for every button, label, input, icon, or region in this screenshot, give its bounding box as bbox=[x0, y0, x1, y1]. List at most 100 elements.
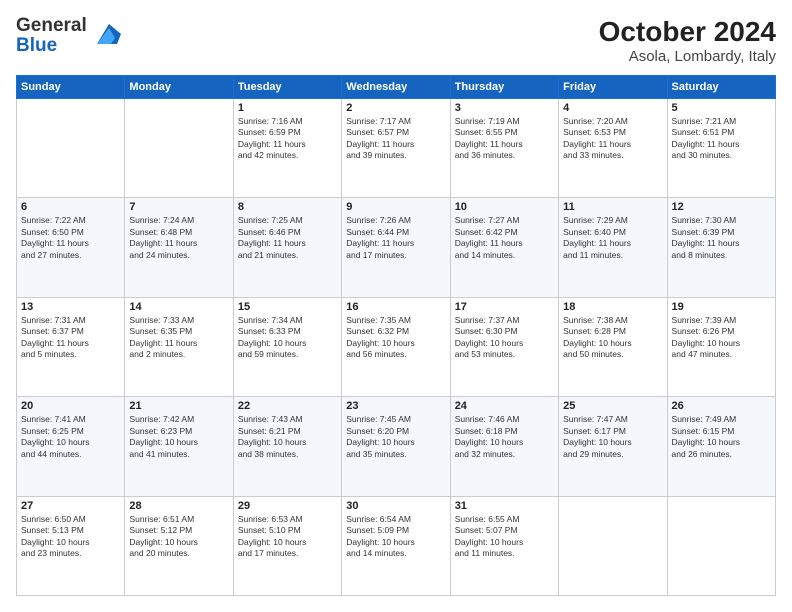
day-number: 20 bbox=[21, 400, 120, 412]
day-number: 1 bbox=[238, 102, 337, 114]
day-number: 8 bbox=[238, 201, 337, 213]
header: General Blue October 2024 Asola, Lombard… bbox=[16, 16, 776, 65]
calendar-cell: 27 Sunrise: 6:50 AM Sunset: 5:13 PM Dayli… bbox=[17, 496, 125, 595]
day-number: 31 bbox=[455, 500, 554, 512]
day-number: 9 bbox=[346, 201, 445, 213]
col-friday: Friday bbox=[559, 76, 667, 99]
day-info: Sunrise: 7:29 AM Sunset: 6:40 PM Dayligh… bbox=[563, 215, 662, 261]
day-info: Sunrise: 7:17 AM Sunset: 6:57 PM Dayligh… bbox=[346, 116, 445, 162]
logo-blue: Blue bbox=[16, 36, 87, 56]
calendar-cell: 11 Sunrise: 7:29 AM Sunset: 6:40 PM Dayli… bbox=[559, 198, 667, 297]
day-info: Sunrise: 7:33 AM Sunset: 6:35 PM Dayligh… bbox=[129, 315, 228, 361]
day-info: Sunrise: 7:21 AM Sunset: 6:51 PM Dayligh… bbox=[672, 116, 771, 162]
day-number: 27 bbox=[21, 500, 120, 512]
day-number: 10 bbox=[455, 201, 554, 213]
day-number: 24 bbox=[455, 400, 554, 412]
calendar-cell: 21 Sunrise: 7:42 AM Sunset: 6:23 PM Dayli… bbox=[125, 397, 233, 496]
calendar-cell: 15Sunrise: 7:34 AM Sunset: 6:33 PM Dayli… bbox=[233, 297, 341, 396]
logo-general: General bbox=[16, 16, 87, 36]
calendar-cell: 8Sunrise: 7:25 AM Sunset: 6:46 PM Daylig… bbox=[233, 198, 341, 297]
page: General Blue October 2024 Asola, Lombard… bbox=[0, 0, 792, 612]
calendar-cell: 22 Sunrise: 7:43 AM Sunset: 6:21 PM Dayli… bbox=[233, 397, 341, 496]
day-number: 19 bbox=[672, 301, 771, 313]
day-number: 4 bbox=[563, 102, 662, 114]
day-number: 18 bbox=[563, 301, 662, 313]
day-number: 7 bbox=[129, 201, 228, 213]
calendar-cell: 4Sunrise: 7:20 AM Sunset: 6:53 PM Daylig… bbox=[559, 99, 667, 198]
calendar-subtitle: Asola, Lombardy, Italy bbox=[599, 48, 776, 65]
day-number: 29 bbox=[238, 500, 337, 512]
calendar-cell: 12 Sunrise: 7:30 AM Sunset: 6:39 PM Dayli… bbox=[667, 198, 775, 297]
calendar-cell: 25 Sunrise: 7:47 AM Sunset: 6:17 PM Dayli… bbox=[559, 397, 667, 496]
day-number: 28 bbox=[129, 500, 228, 512]
day-info: Sunrise: 6:51 AM Sunset: 5:12 PM Dayligh… bbox=[129, 514, 228, 560]
calendar-week-1: 1 Sunrise: 7:16 AM Sunset: 6:59 PM Daylig… bbox=[17, 99, 776, 198]
day-number: 13 bbox=[21, 301, 120, 313]
day-info: Sunrise: 7:42 AM Sunset: 6:23 PM Dayligh… bbox=[129, 414, 228, 460]
day-info: Sunrise: 7:26 AM Sunset: 6:44 PM Dayligh… bbox=[346, 215, 445, 261]
calendar-title: October 2024 bbox=[599, 16, 776, 48]
day-info: Sunrise: 7:37 AM Sunset: 6:30 PM Dayligh… bbox=[455, 315, 554, 361]
col-tuesday: Tuesday bbox=[233, 76, 341, 99]
day-number: 17 bbox=[455, 301, 554, 313]
day-info: Sunrise: 7:39 AM Sunset: 6:26 PM Dayligh… bbox=[672, 315, 771, 361]
day-info: Sunrise: 7:22 AM Sunset: 6:50 PM Dayligh… bbox=[21, 215, 120, 261]
day-info: Sunrise: 7:41 AM Sunset: 6:25 PM Dayligh… bbox=[21, 414, 120, 460]
day-number: 3 bbox=[455, 102, 554, 114]
day-info: Sunrise: 7:16 AM Sunset: 6:59 PM Dayligh… bbox=[238, 116, 337, 162]
title-block: October 2024 Asola, Lombardy, Italy bbox=[599, 16, 776, 65]
day-info: Sunrise: 7:46 AM Sunset: 6:18 PM Dayligh… bbox=[455, 414, 554, 460]
day-info: Sunrise: 6:54 AM Sunset: 5:09 PM Dayligh… bbox=[346, 514, 445, 560]
calendar-cell: 24 Sunrise: 7:46 AM Sunset: 6:18 PM Dayli… bbox=[450, 397, 558, 496]
day-info: Sunrise: 7:30 AM Sunset: 6:39 PM Dayligh… bbox=[672, 215, 771, 261]
day-number: 14 bbox=[129, 301, 228, 313]
day-number: 26 bbox=[672, 400, 771, 412]
calendar-cell: 2 Sunrise: 7:17 AM Sunset: 6:57 PM Daylig… bbox=[342, 99, 450, 198]
day-number: 22 bbox=[238, 400, 337, 412]
calendar-cell: 28 Sunrise: 6:51 AM Sunset: 5:12 PM Dayli… bbox=[125, 496, 233, 595]
col-wednesday: Wednesday bbox=[342, 76, 450, 99]
day-number: 30 bbox=[346, 500, 445, 512]
day-info: Sunrise: 6:55 AM Sunset: 5:07 PM Dayligh… bbox=[455, 514, 554, 560]
col-sunday: Sunday bbox=[17, 76, 125, 99]
day-number: 11 bbox=[563, 201, 662, 213]
calendar-cell: 18 Sunrise: 7:38 AM Sunset: 6:28 PM Dayli… bbox=[559, 297, 667, 396]
calendar-cell: 31 Sunrise: 6:55 AM Sunset: 5:07 PM Dayli… bbox=[450, 496, 558, 595]
day-info: Sunrise: 7:47 AM Sunset: 6:17 PM Dayligh… bbox=[563, 414, 662, 460]
logo: General Blue bbox=[16, 16, 121, 56]
calendar-cell: 3 Sunrise: 7:19 AM Sunset: 6:55 PM Daylig… bbox=[450, 99, 558, 198]
day-number: 12 bbox=[672, 201, 771, 213]
calendar-cell: 23 Sunrise: 7:45 AM Sunset: 6:20 PM Dayli… bbox=[342, 397, 450, 496]
calendar-table: Sunday Monday Tuesday Wednesday Thursday… bbox=[16, 75, 776, 596]
calendar-cell: 13Sunrise: 7:31 AM Sunset: 6:37 PM Dayli… bbox=[17, 297, 125, 396]
calendar-header-row: Sunday Monday Tuesday Wednesday Thursday… bbox=[17, 76, 776, 99]
day-info: Sunrise: 7:24 AM Sunset: 6:48 PM Dayligh… bbox=[129, 215, 228, 261]
calendar-cell: 30 Sunrise: 6:54 AM Sunset: 5:09 PM Dayli… bbox=[342, 496, 450, 595]
day-info: Sunrise: 6:50 AM Sunset: 5:13 PM Dayligh… bbox=[21, 514, 120, 560]
day-number: 21 bbox=[129, 400, 228, 412]
calendar-cell: 5Sunrise: 7:21 AM Sunset: 6:51 PM Daylig… bbox=[667, 99, 775, 198]
calendar-cell: 29Sunrise: 6:53 AM Sunset: 5:10 PM Dayli… bbox=[233, 496, 341, 595]
calendar-cell bbox=[667, 496, 775, 595]
day-number: 25 bbox=[563, 400, 662, 412]
logo-icon bbox=[89, 20, 121, 48]
calendar-cell: 20 Sunrise: 7:41 AM Sunset: 6:25 PM Dayli… bbox=[17, 397, 125, 496]
calendar-cell: 10Sunrise: 7:27 AM Sunset: 6:42 PM Dayli… bbox=[450, 198, 558, 297]
calendar-cell: 14 Sunrise: 7:33 AM Sunset: 6:35 PM Dayli… bbox=[125, 297, 233, 396]
day-info: Sunrise: 7:49 AM Sunset: 6:15 PM Dayligh… bbox=[672, 414, 771, 460]
day-info: Sunrise: 7:38 AM Sunset: 6:28 PM Dayligh… bbox=[563, 315, 662, 361]
day-number: 15 bbox=[238, 301, 337, 313]
day-info: Sunrise: 7:43 AM Sunset: 6:21 PM Dayligh… bbox=[238, 414, 337, 460]
calendar-cell bbox=[559, 496, 667, 595]
day-info: Sunrise: 7:19 AM Sunset: 6:55 PM Dayligh… bbox=[455, 116, 554, 162]
day-info: Sunrise: 7:45 AM Sunset: 6:20 PM Dayligh… bbox=[346, 414, 445, 460]
calendar-cell: 6Sunrise: 7:22 AM Sunset: 6:50 PM Daylig… bbox=[17, 198, 125, 297]
day-number: 23 bbox=[346, 400, 445, 412]
calendar-cell bbox=[17, 99, 125, 198]
day-number: 2 bbox=[346, 102, 445, 114]
col-thursday: Thursday bbox=[450, 76, 558, 99]
col-monday: Monday bbox=[125, 76, 233, 99]
day-info: Sunrise: 7:35 AM Sunset: 6:32 PM Dayligh… bbox=[346, 315, 445, 361]
calendar-cell: 16Sunrise: 7:35 AM Sunset: 6:32 PM Dayli… bbox=[342, 297, 450, 396]
calendar-cell: 9 Sunrise: 7:26 AM Sunset: 6:44 PM Daylig… bbox=[342, 198, 450, 297]
